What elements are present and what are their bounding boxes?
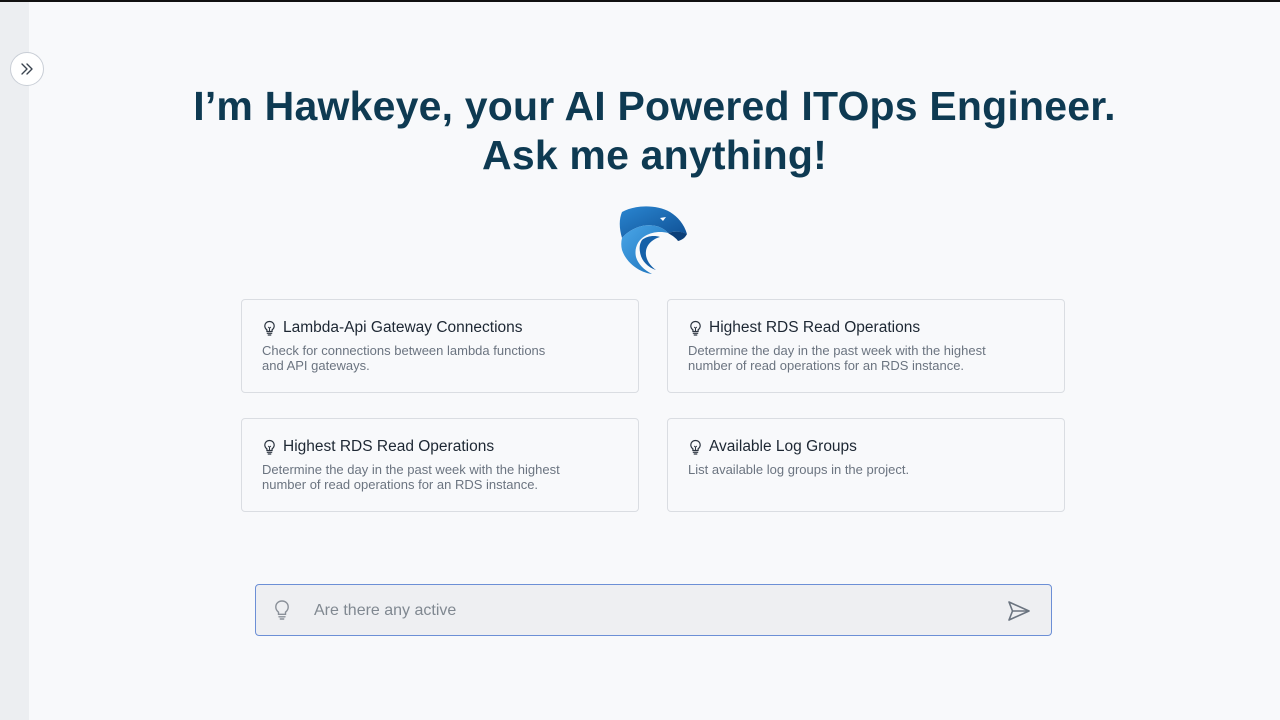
suggestion-title-text: Highest RDS Read Operations — [283, 438, 495, 455]
lightbulb-icon — [275, 600, 289, 620]
lightbulb-icon — [690, 439, 701, 455]
lightbulb-icon — [690, 320, 701, 336]
suggestion-description: Determine the day in the past week with … — [262, 462, 560, 492]
lightbulb-icon — [264, 439, 275, 455]
sidebar-expand-button[interactable] — [10, 52, 44, 86]
prompt-input[interactable] — [312, 593, 996, 629]
lightbulb-icon — [264, 320, 275, 336]
suggestion-description: Determine the day in the past week with … — [688, 343, 986, 373]
suggestion-title-text: Highest RDS Read Operations — [709, 319, 921, 336]
suggestion-card[interactable]: Highest RDS Read Operations Determine th… — [241, 418, 639, 512]
suggestion-description: Check for connections between lambda fun… — [262, 343, 546, 373]
suggestion-title: Lambda-Api Gateway Connections — [262, 318, 620, 338]
suggestion-card[interactable]: Available Log Groups List available log … — [667, 418, 1065, 512]
suggestion-title: Highest RDS Read Operations — [262, 437, 620, 457]
title-line-2: Ask me anything! — [482, 132, 827, 178]
collapsed-sidebar — [0, 2, 29, 720]
suggestion-card[interactable]: Highest RDS Read Operations Determine th… — [667, 299, 1065, 393]
prompt-box — [255, 584, 1052, 636]
hawk-logo-icon — [619, 206, 687, 274]
title-line-1: I’m Hawkeye, your AI Powered ITOps Engin… — [193, 83, 1116, 129]
suggestion-description: List available log groups in the project… — [688, 462, 910, 477]
page-title: I’m Hawkeye, your AI Powered ITOps Engin… — [29, 82, 1280, 180]
send-icon[interactable] — [1006, 598, 1032, 624]
suggestion-title-text: Available Log Groups — [709, 438, 857, 455]
suggestion-title: Highest RDS Read Operations — [688, 318, 1046, 338]
suggestion-title-text: Lambda-Api Gateway Connections — [283, 319, 523, 336]
double-chevron-right-icon — [21, 63, 33, 75]
suggestion-title: Available Log Groups — [688, 437, 1046, 457]
suggestion-card[interactable]: Lambda-Api Gateway Connections Check for… — [241, 299, 639, 393]
window-top-border — [0, 0, 1280, 2]
